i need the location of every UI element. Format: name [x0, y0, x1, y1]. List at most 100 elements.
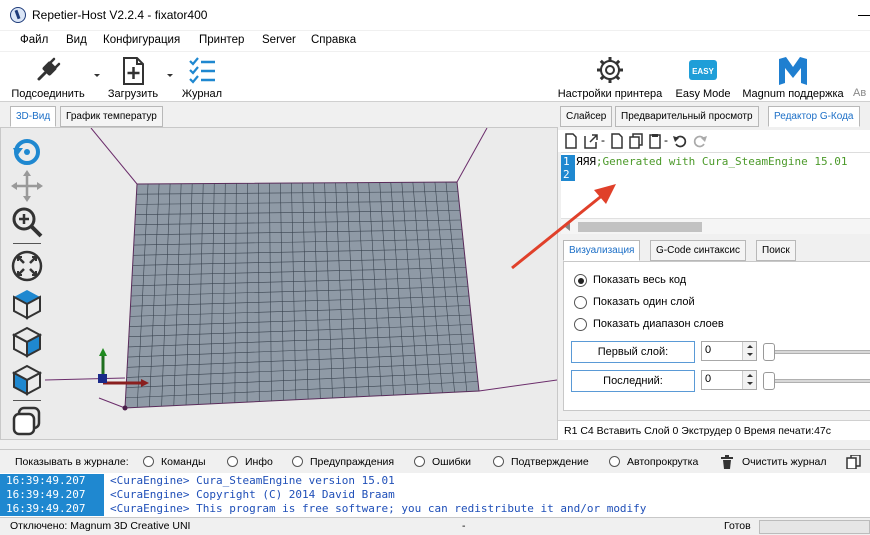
cube-side-view-icon[interactable] — [9, 324, 45, 360]
annotation-arrow — [511, 184, 616, 270]
printer-settings-label: Настройки принтера — [557, 88, 663, 100]
first-layer-slider[interactable] — [772, 350, 870, 354]
gcode-status-line: R1 C4 Вставить Слой 0 Экструдер 0 Время … — [558, 420, 870, 440]
log-errors-radio[interactable] — [414, 456, 425, 467]
log-commands-radio[interactable] — [143, 456, 154, 467]
export-file-icon[interactable] — [583, 133, 599, 149]
tab-search[interactable]: Поиск — [756, 240, 796, 261]
log-filter-bar: Показывать в журнале: Команды Инфо Преду… — [0, 449, 870, 473]
copy-objects-icon[interactable] — [9, 404, 45, 440]
log-autoscroll-radio[interactable] — [609, 456, 620, 467]
show-layer-range-label: Показать диапазон слоев — [593, 318, 724, 330]
log-info-radio[interactable] — [227, 456, 238, 467]
code-comment: ;Generated with Cura_SteamEngine 15.01 — [595, 155, 848, 168]
last-layer-slider[interactable] — [772, 379, 870, 383]
log-time: 16:39:49.207 — [0, 474, 104, 488]
easy-mode-button[interactable]: EASY Easy Mode — [670, 52, 736, 102]
paste-icon[interactable] — [648, 133, 662, 149]
copy-log-icon[interactable] — [846, 455, 862, 469]
log-label: Журнал — [181, 88, 223, 100]
view-tools — [5, 128, 51, 441]
last-layer-slider-thumb[interactable] — [763, 372, 775, 390]
log-time: 16:39:49.207 — [0, 488, 104, 502]
menu-view[interactable]: Вид — [66, 34, 87, 46]
log-panel[interactable]: 16:39:49.207 <CuraEngine> Cura_SteamEngin… — [0, 473, 870, 517]
magnum-support-button[interactable]: Magnum поддержка — [738, 52, 848, 102]
checklist-icon — [189, 57, 215, 84]
window-title: Repetier-Host V2.2.4 - fixator400 — [32, 8, 208, 22]
log-row: 16:39:49.207 <CuraEngine> Copyright (C) 2… — [0, 488, 395, 502]
fit-view-icon[interactable] — [9, 248, 45, 284]
zoom-icon[interactable] — [9, 204, 45, 240]
first-layer-slider-thumb[interactable] — [763, 343, 775, 361]
easy-mode-label: Easy Mode — [675, 88, 731, 100]
first-layer-stepper[interactable] — [742, 342, 756, 360]
progress-bar — [759, 520, 870, 534]
menu-file[interactable]: Файл — [20, 34, 48, 46]
load-dropdown[interactable] — [166, 52, 174, 102]
show-layer-range-radio[interactable] — [574, 318, 587, 331]
y-axis — [98, 374, 107, 383]
log-errors-label: Ошибки — [432, 456, 471, 468]
plug-icon — [37, 57, 61, 81]
tab-3d-view[interactable]: 3D-Вид — [10, 106, 57, 127]
first-layer-label: Первый слой: — [571, 341, 695, 363]
status-bar: Отключено: Magnum 3D Creative UNI - Гото… — [0, 517, 870, 535]
easy-mode-icon: EASY — [689, 60, 717, 80]
undo-icon[interactable] — [672, 133, 688, 149]
clear-log-button[interactable]: Очистить журнал — [742, 456, 827, 468]
log-info-label: Инфо — [245, 456, 273, 468]
minimize-button[interactable] — [850, 0, 870, 30]
new-file-icon[interactable] — [564, 133, 578, 149]
tab-slicer[interactable]: Слайсер — [560, 106, 613, 127]
line-number: 1 — [561, 155, 575, 168]
move-view-icon[interactable] — [9, 168, 45, 204]
load-label: Загрузить — [107, 88, 159, 100]
rotate-view-icon[interactable] — [9, 134, 45, 170]
show-one-layer-label: Показать один слой — [593, 296, 695, 308]
log-autoscroll-label: Автопрокрутка — [627, 456, 699, 468]
last-layer-stepper[interactable] — [742, 371, 756, 389]
menu-printer[interactable]: Принтер — [199, 34, 244, 46]
trash-icon[interactable] — [720, 455, 734, 469]
log-ack-label: Подтверждение — [511, 456, 589, 468]
first-layer-input[interactable]: 0 — [701, 341, 757, 361]
tab-gcode-editor[interactable]: Редактор G-Кода — [768, 106, 860, 127]
file-icon[interactable] — [610, 133, 624, 149]
easy-badge-text: EASY — [692, 67, 714, 76]
menu-server[interactable]: Server — [262, 34, 296, 46]
cube-top-view-icon[interactable] — [9, 286, 45, 322]
first-layer-value: 0 — [705, 344, 712, 356]
menu-bar: Файл Вид Конфигурация Принтер Server Спр… — [0, 31, 870, 51]
toolbar-dash-2: - — [664, 133, 668, 147]
cube-front-view-icon[interactable] — [9, 362, 45, 398]
printer-settings-button[interactable]: Настройки принтера — [555, 52, 665, 102]
view-tools-separator-2 — [13, 400, 41, 401]
right-tabs: Слайсер Предварительный просмотр Редакто… — [558, 106, 870, 128]
tab-gcode-syntax[interactable]: G-Code синтаксис — [650, 240, 747, 261]
connect-button[interactable]: Подсоединить — [6, 52, 90, 102]
last-layer-label: Последний: — [571, 370, 695, 392]
log-warnings-radio[interactable] — [292, 456, 303, 467]
show-one-layer-radio[interactable] — [574, 296, 587, 309]
tab-temperature-graph[interactable]: График температур — [60, 106, 163, 127]
copy-icon[interactable] — [628, 133, 644, 149]
log-button[interactable]: Журнал — [176, 52, 228, 102]
toolbar-dash: - — [601, 133, 605, 147]
menu-configuration[interactable]: Конфигурация — [103, 34, 180, 46]
connect-dropdown[interactable] — [93, 52, 101, 102]
3d-viewport[interactable] — [0, 127, 558, 440]
code-area[interactable]: ЯЯЯ;Generated with Cura_SteamEngine 15.0… — [576, 155, 848, 168]
tab-preview[interactable]: Предварительный просмотр — [615, 106, 759, 127]
3d-scene — [44, 128, 557, 411]
log-commands-label: Команды — [161, 456, 206, 468]
menu-help[interactable]: Справка — [311, 34, 356, 46]
last-layer-input[interactable]: 0 — [701, 370, 757, 390]
log-warnings-label: Предупраждения — [310, 456, 395, 468]
visualization-body: Показать весь код Показать один слой Пок… — [563, 261, 870, 411]
load-button[interactable]: Загрузить — [104, 52, 162, 102]
redo-icon[interactable] — [692, 133, 708, 149]
gear-icon — [597, 57, 623, 83]
log-ack-radio[interactable] — [493, 456, 504, 467]
status-middle: - — [462, 520, 466, 532]
